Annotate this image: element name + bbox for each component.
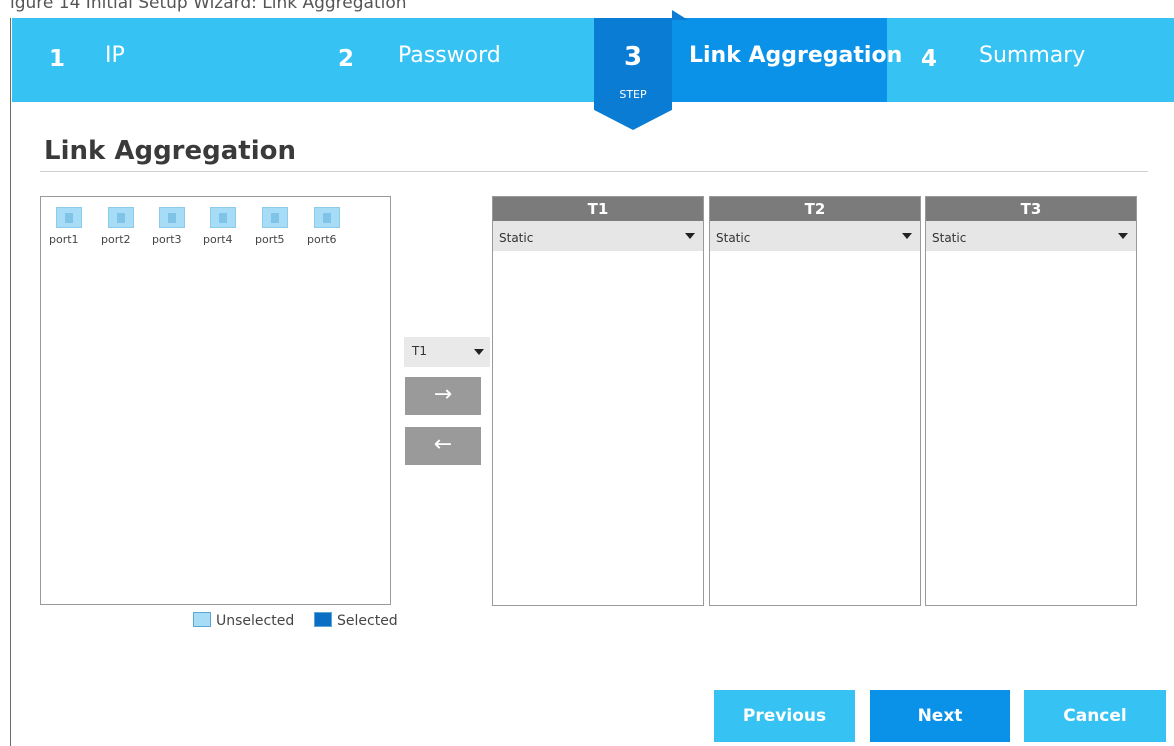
step-number: 4: [921, 46, 938, 72]
trunk-panel-t3: T3 Static: [925, 196, 1137, 606]
step-ip: 1 IP: [12, 18, 302, 102]
ethernet-port-icon: [262, 207, 288, 228]
port-label: port6: [307, 233, 337, 246]
port-label: port5: [255, 233, 285, 246]
step-summary: 4 Summary: [887, 18, 1174, 102]
port-item[interactable]: port6: [307, 207, 347, 246]
add-to-trunk-button[interactable]: →: [405, 377, 481, 415]
port-label: port4: [203, 233, 233, 246]
cancel-button[interactable]: Cancel: [1024, 690, 1166, 742]
step-number: 2: [338, 46, 355, 72]
step-link-aggregation: Link Aggregation: [673, 18, 902, 102]
title-divider: [40, 171, 1148, 172]
trunk-panel-t2: T2 Static: [709, 196, 921, 606]
chevron-down-icon: [1118, 233, 1128, 239]
arrow-left-icon: ←: [433, 432, 453, 457]
port-item[interactable]: port4: [203, 207, 243, 246]
trunk-header: T2: [710, 197, 920, 221]
trunk-mode-select[interactable]: Static: [493, 221, 703, 251]
port-label: port1: [49, 233, 79, 246]
ethernet-port-icon: [314, 207, 340, 228]
trunk-header: T3: [926, 197, 1136, 221]
step-label: Password: [398, 43, 501, 68]
step-label: Summary: [979, 43, 1086, 68]
chevron-down-icon: [685, 233, 695, 239]
step-number: 3: [623, 42, 643, 72]
current-step-marker: 3 STEP: [594, 18, 672, 130]
trunk-target-select[interactable]: T1: [404, 337, 490, 367]
trunk-mode-select[interactable]: Static: [926, 221, 1136, 251]
legend-selected: Selected: [314, 612, 398, 629]
ethernet-port-icon: [108, 207, 134, 228]
next-button[interactable]: Next: [870, 690, 1010, 742]
step-marker-label: STEP: [619, 88, 647, 101]
step-number: 1: [49, 46, 66, 72]
step-label: IP: [105, 43, 125, 68]
selected-port-icon: [314, 612, 332, 627]
port-label: port3: [152, 233, 182, 246]
ethernet-port-icon: [56, 207, 82, 228]
arrow-right-icon: →: [433, 382, 453, 407]
port-item[interactable]: port1: [49, 207, 89, 246]
chevron-down-icon: [902, 233, 912, 239]
port-list: port1 port2 port3 port4 port5 port6: [40, 196, 391, 605]
unselected-port-icon: [193, 612, 211, 627]
trunk-header: T1: [493, 197, 703, 221]
port-label: port2: [101, 233, 131, 246]
ethernet-port-icon: [159, 207, 185, 228]
legend-unselected: Unselected: [193, 612, 294, 629]
figure-caption: igure 14 Initial Setup Wizard: Link Aggr…: [10, 0, 407, 13]
ethernet-port-icon: [210, 207, 236, 228]
previous-button[interactable]: Previous: [714, 690, 855, 742]
port-item[interactable]: port5: [255, 207, 295, 246]
remove-from-trunk-button[interactable]: ←: [405, 427, 481, 465]
trunk-mode-select[interactable]: Static: [710, 221, 920, 251]
port-item[interactable]: port2: [101, 207, 141, 246]
trunk-panel-t1: T1 Static: [492, 196, 704, 606]
wizard-step-bar: 1 IP 2 Password Link Aggregation 4 Summa…: [12, 18, 1174, 102]
chevron-down-icon: [474, 349, 484, 355]
step-password: 2 Password: [302, 18, 595, 102]
page-title: Link Aggregation: [44, 136, 297, 166]
step-label: Link Aggregation: [689, 43, 903, 68]
port-item[interactable]: port3: [152, 207, 192, 246]
